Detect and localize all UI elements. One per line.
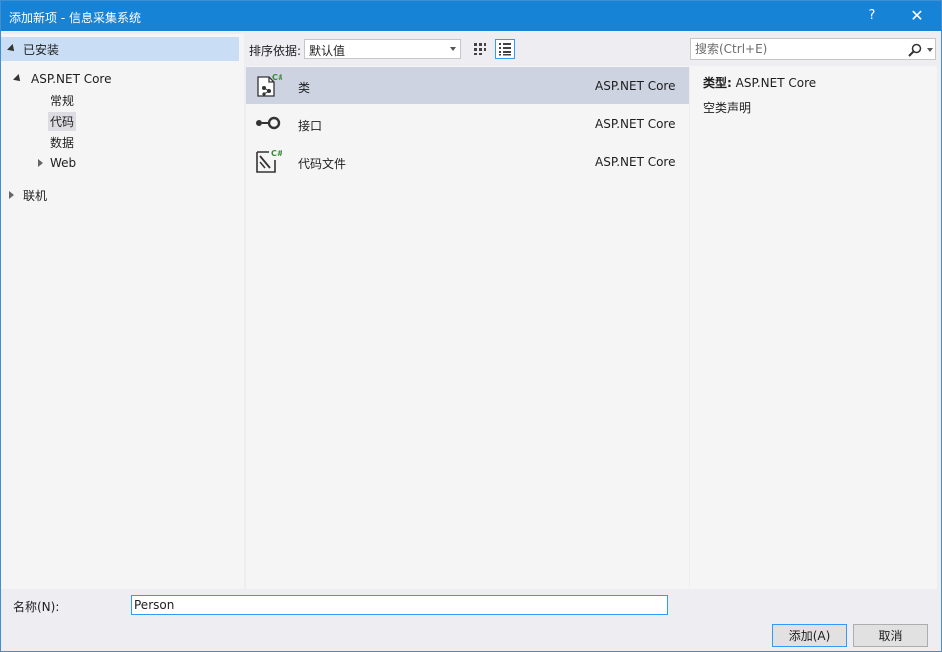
template-category: ASP.NET Core	[595, 117, 676, 131]
detail-type-value: ASP.NET Core	[735, 76, 817, 90]
tree-item-online[interactable]: 联机	[5, 185, 47, 205]
template-category: ASP.NET Core	[595, 79, 676, 93]
template-name: 代码文件	[298, 157, 347, 171]
cancel-button[interactable]: 取消	[853, 624, 928, 647]
chevron-down-icon	[450, 47, 456, 51]
sort-dropdown[interactable]: 默认值	[304, 39, 461, 59]
sort-value: 默认值	[309, 44, 346, 58]
details-pane: 类型: ASP.NET Core 空类声明	[690, 66, 937, 589]
tree-item-label: 代码	[48, 111, 77, 131]
template-item-code-file[interactable]: C# 代码文件 ASP.NET Core	[246, 143, 689, 180]
sort-label: 排序依据:	[249, 44, 302, 58]
tree-item-label: 数据	[50, 135, 75, 150]
template-name: 类	[298, 81, 311, 95]
grid-view-button[interactable]	[470, 39, 490, 59]
template-item-class[interactable]: C# 类 ASP.NET Core	[246, 67, 689, 104]
svg-text:C#: C#	[271, 149, 282, 158]
tree-item-general[interactable]: 常规	[50, 90, 74, 110]
expand-arrow-icon[interactable]	[5, 191, 17, 199]
collapse-arrow-icon	[1, 44, 23, 54]
expand-arrow-icon[interactable]	[34, 159, 46, 167]
search-icon[interactable]	[907, 42, 923, 58]
grid-view-icon	[474, 43, 486, 55]
category-tree: 已安装 ASP.NET Core 常规 代码 数据 Web 联机	[1, 34, 244, 589]
close-button[interactable]: ✕	[898, 1, 936, 31]
detail-type: 类型: ASP.NET Core	[703, 74, 816, 91]
template-list: C# 类 ASP.NET Core 接口 ASP.NET Core C# 代码文…	[246, 66, 689, 589]
tree-item-label: Web	[50, 156, 77, 170]
template-category: ASP.NET Core	[595, 155, 676, 169]
search-box	[690, 38, 936, 60]
title-bar: 添加新项 - 信息采集系统 ? ✕	[1, 1, 941, 31]
window-title: 添加新项 - 信息采集系统	[9, 11, 141, 25]
list-view-icon	[499, 43, 511, 56]
tree-item-label: 联机	[23, 188, 48, 203]
tree-item-label: ASP.NET Core	[31, 72, 112, 86]
tree-item-label: 常规	[50, 93, 75, 108]
list-view-button[interactable]	[495, 39, 515, 59]
sort-toolbar: 排序依据: 默认值	[246, 37, 688, 61]
csharp-class-icon: C#	[257, 73, 282, 97]
template-item-interface[interactable]: 接口 ASP.NET Core	[246, 105, 689, 142]
interface-icon	[256, 116, 281, 130]
svg-text:C#: C#	[272, 73, 282, 82]
template-name: 接口	[298, 119, 323, 133]
add-new-item-dialog: 添加新项 - 信息采集系统 ? ✕ 已安装 ASP.NET Core 常规 代码…	[0, 0, 942, 652]
code-file-icon: C#	[256, 149, 282, 173]
name-label: 名称(N):	[13, 600, 60, 614]
tree-item-code[interactable]: 代码	[48, 111, 77, 131]
tree-item-data[interactable]: 数据	[50, 132, 74, 152]
chevron-down-icon[interactable]	[927, 48, 933, 52]
help-button[interactable]: ?	[853, 1, 891, 31]
detail-description: 空类声明	[703, 101, 752, 115]
tree-item-web[interactable]: Web	[34, 153, 76, 173]
tree-installed-header[interactable]: 已安装	[1, 37, 239, 61]
add-button[interactable]: 添加(A)	[772, 624, 847, 647]
search-input[interactable]	[691, 39, 901, 59]
tree-item-aspnet-core[interactable]: ASP.NET Core	[11, 69, 111, 89]
detail-type-label: 类型:	[703, 76, 732, 90]
tree-installed-label: 已安装	[23, 42, 60, 57]
collapse-arrow-icon	[11, 74, 25, 84]
name-field[interactable]	[131, 595, 668, 615]
